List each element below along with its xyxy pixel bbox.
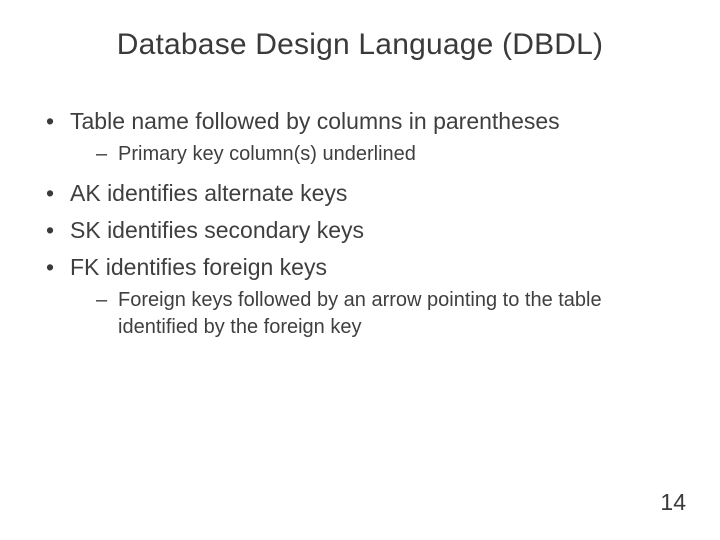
bullet-item: FK identifies foreign keys Foreign keys … bbox=[42, 252, 680, 341]
slide-title: Database Design Language (DBDL) bbox=[40, 28, 680, 62]
bullet-item: AK identifies alternate keys bbox=[42, 178, 680, 209]
bullet-text: Table name followed by columns in parent… bbox=[70, 108, 560, 134]
sub-bullet-list: Foreign keys followed by an arrow pointi… bbox=[96, 287, 680, 341]
sub-bullet-item: Primary key column(s) underlined bbox=[96, 141, 680, 168]
bullet-list: Table name followed by columns in parent… bbox=[42, 106, 680, 341]
bullet-text: FK identifies foreign keys bbox=[70, 254, 327, 280]
bullet-text: AK identifies alternate keys bbox=[70, 180, 347, 206]
page-number: 14 bbox=[660, 489, 686, 516]
sub-bullet-list: Primary key column(s) underlined bbox=[96, 141, 680, 168]
sub-bullet-text: Primary key column(s) underlined bbox=[118, 143, 416, 165]
slide: Database Design Language (DBDL) Table na… bbox=[0, 0, 720, 540]
sub-bullet-item: Foreign keys followed by an arrow pointi… bbox=[96, 287, 680, 341]
bullet-item: Table name followed by columns in parent… bbox=[42, 106, 680, 168]
bullet-text: SK identifies secondary keys bbox=[70, 217, 364, 243]
bullet-item: SK identifies secondary keys bbox=[42, 215, 680, 246]
sub-bullet-text: Foreign keys followed by an arrow pointi… bbox=[118, 289, 602, 338]
